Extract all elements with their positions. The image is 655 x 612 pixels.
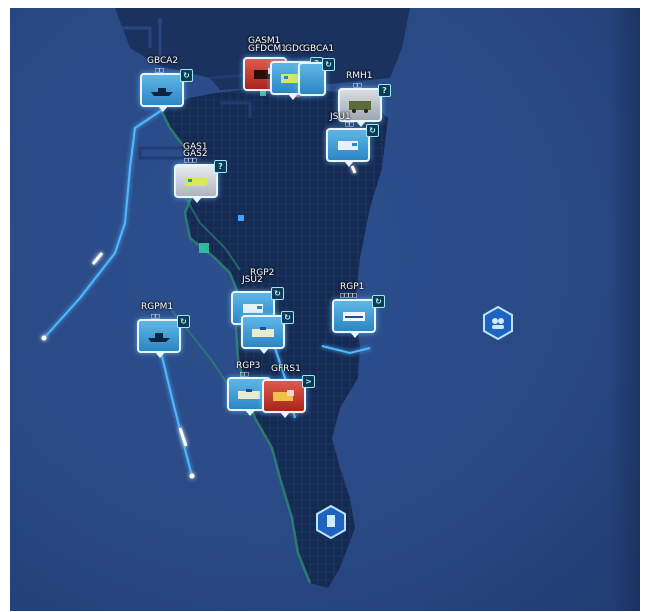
boat-icon <box>151 88 173 96</box>
chevron-right-icon[interactable]: > <box>302 375 315 388</box>
unit-label-jsu2: JSU2 <box>242 275 263 285</box>
boat-icon <box>148 333 170 342</box>
helipad-marker <box>199 243 209 253</box>
refresh-badge-icon[interactable]: ↻ <box>372 295 385 308</box>
refresh-badge-icon[interactable]: ↻ <box>281 311 294 324</box>
unit-status-rgp1: □□□□ <box>340 291 357 299</box>
refresh-badge-icon[interactable]: ↻ <box>271 287 284 300</box>
unit-jsu1[interactable]: ↻ <box>326 124 379 167</box>
police-van-icon <box>343 312 365 321</box>
ambulance-icon <box>185 177 207 186</box>
unit-gbca2[interactable]: ↻ <box>140 69 193 112</box>
unit-label-gfrs1: GFRS1 <box>271 364 301 374</box>
unit-gfrs1[interactable]: > <box>262 375 315 418</box>
unit-label-gbca1: GBCA1 <box>303 44 335 54</box>
van-icon <box>338 141 358 150</box>
unit-gas1[interactable]: ? <box>174 160 227 203</box>
hospital-icon[interactable] <box>316 505 346 539</box>
refresh-badge-icon[interactable]: ↻ <box>177 315 190 328</box>
police-car-icon <box>238 389 260 399</box>
people-icon[interactable] <box>483 306 513 340</box>
poi-marker <box>238 215 244 221</box>
police-car-icon <box>252 327 274 337</box>
van-icon <box>243 304 263 313</box>
fire-truck-icon <box>273 390 294 401</box>
refresh-badge-icon[interactable]: ↻ <box>366 124 379 137</box>
unit-rgp2[interactable]: ↻ <box>241 311 294 354</box>
unit-label-gbca2: GBCA2 <box>147 56 179 66</box>
unit-gbca1[interactable]: ↻ <box>298 58 335 96</box>
unit-rgp1[interactable]: ↻ <box>332 295 385 338</box>
unit-status-gas1: □□□ <box>184 156 197 164</box>
help-badge-icon[interactable]: ? <box>214 160 227 173</box>
unit-status-jsu1: □□ <box>345 120 354 128</box>
unit-label-rgpm1: RGPM1 <box>141 302 174 312</box>
refresh-badge-icon[interactable]: ↻ <box>322 58 335 71</box>
refresh-badge-icon[interactable]: ↻ <box>180 69 193 82</box>
map-edge-shade <box>610 8 640 611</box>
map-view[interactable]: GBCA2 □□ ↻ GASM1 GFDCM1 ? GDC GBCA1 ↻ RM… <box>10 8 640 611</box>
unit-rgpm1[interactable]: ↻ <box>137 315 190 358</box>
unit-label-rmh1: RMH1 <box>346 71 373 81</box>
military-truck-icon <box>349 101 371 113</box>
unit-label-gfdcm1: GFDCM1 <box>248 44 287 54</box>
help-badge-icon[interactable]: ? <box>378 84 391 97</box>
